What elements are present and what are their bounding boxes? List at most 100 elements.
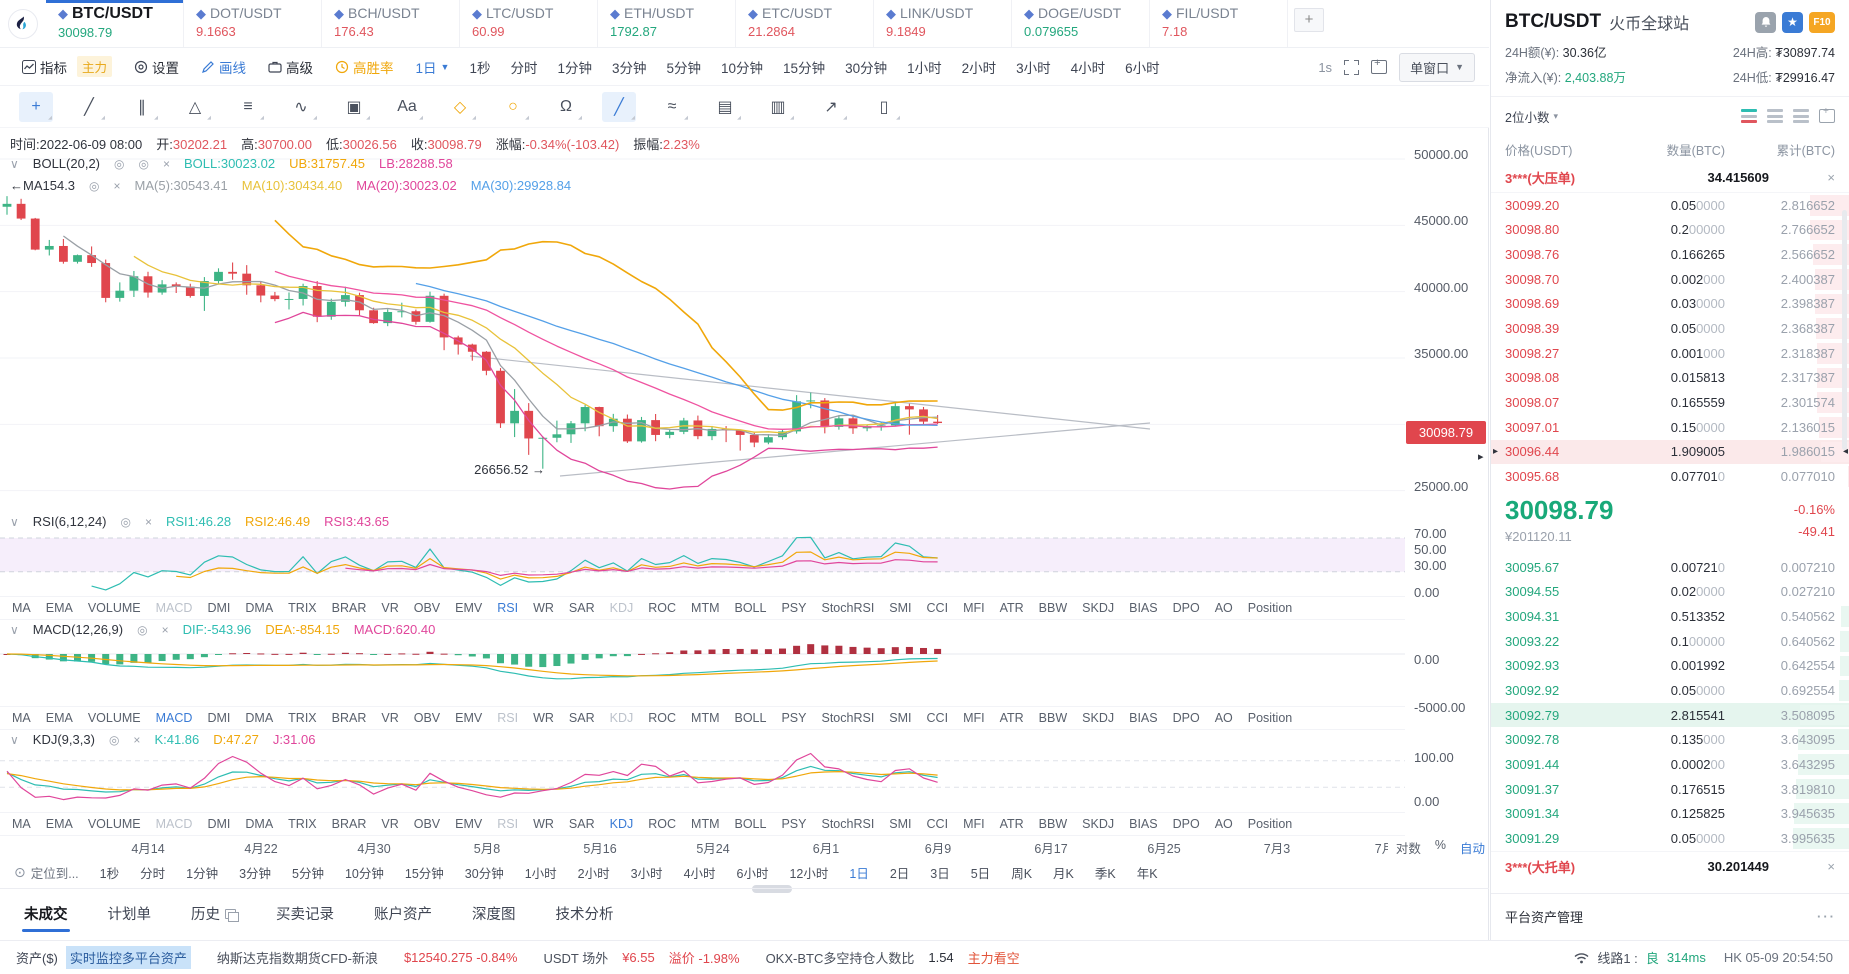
more-menu-icon[interactable]: ···	[1817, 909, 1836, 924]
ask-row[interactable]: 30098.700.0020002.400387	[1491, 267, 1849, 292]
indicator-tab-ema[interactable]: EMA	[46, 817, 73, 831]
indicator-tab-macd[interactable]: MACD	[156, 817, 193, 831]
crosshair-icon[interactable]: +	[19, 92, 53, 122]
indicator-tab-ema[interactable]: EMA	[46, 601, 73, 615]
indicator-tab-vr[interactable]: VR	[381, 601, 398, 615]
window-mode-button[interactable]: 单窗口 ▼	[1399, 53, 1475, 82]
indicator-tab-macd[interactable]: MACD	[156, 601, 193, 615]
indicator-tab-atr[interactable]: ATR	[1000, 711, 1024, 725]
bottom-timeframe-1分钟[interactable]: 1分钟	[186, 863, 218, 882]
pencil-icon[interactable]: ╱	[602, 92, 636, 122]
indicator-tab-boll[interactable]: BOLL	[735, 711, 767, 725]
date-tick[interactable]: 4月14	[131, 838, 164, 857]
book-bids-view-icon[interactable]	[1793, 109, 1809, 123]
toolbar-timeframe-4小时[interactable]: 4小时	[1071, 57, 1106, 77]
indicator-tab-volume[interactable]: VOLUME	[88, 817, 141, 831]
macd-panel[interactable]	[0, 640, 1405, 706]
indicator-tab-wr[interactable]: WR	[533, 711, 554, 725]
indicator-tab-sar[interactable]: SAR	[569, 711, 595, 725]
drawline-button[interactable]: 画线	[201, 57, 246, 77]
ask-row[interactable]: 30098.800.2000002.766652	[1491, 218, 1849, 243]
bottom-timeframe-4小时[interactable]: 4小时	[684, 863, 716, 882]
indicator-tab-smi[interactable]: SMI	[889, 601, 911, 615]
tab-深度图[interactable]: 深度图	[470, 889, 518, 938]
platform-assets-label[interactable]: 平台资产管理	[1505, 907, 1583, 926]
bottom-timeframe-2小时[interactable]: 2小时	[578, 863, 610, 882]
rsi-panel[interactable]	[0, 532, 1405, 596]
toolbar-timeframe-15分钟[interactable]: 15分钟	[783, 57, 825, 77]
indicator-tab-dpo[interactable]: DPO	[1173, 711, 1200, 725]
indicator-tab-mtm[interactable]: MTM	[691, 817, 719, 831]
indicator-tab-ema[interactable]: EMA	[46, 711, 73, 725]
indicator-tab-brar[interactable]: BRAR	[332, 601, 367, 615]
toolbar-timeframe-3分钟[interactable]: 3分钟	[612, 57, 647, 77]
indicator-tab-mfi[interactable]: MFI	[963, 601, 985, 615]
indicator-tab-sar[interactable]: SAR	[569, 817, 595, 831]
toolbar-timeframe-1小时[interactable]: 1小时	[907, 57, 942, 77]
indicator-tab-psy[interactable]: PSY	[781, 601, 806, 615]
main-force-tag[interactable]: 主力	[77, 56, 112, 77]
indicator-tab-ao[interactable]: AO	[1215, 711, 1233, 725]
bid-row[interactable]: 30091.290.0500003.995635	[1491, 826, 1849, 851]
collapse-chevron-icon[interactable]: ∨	[10, 733, 19, 747]
ask-row[interactable]: 30098.270.0010002.318387	[1491, 341, 1849, 366]
collapse-chevron-icon[interactable]: ∨	[10, 515, 19, 529]
indicator-tab-atr[interactable]: ATR	[1000, 601, 1024, 615]
bottom-timeframe-5分钟[interactable]: 5分钟	[292, 863, 324, 882]
arrow-icon[interactable]: △	[178, 92, 212, 122]
indicator-tab-dma[interactable]: DMA	[245, 711, 273, 725]
bottom-timeframe-周K[interactable]: 周K	[1011, 863, 1032, 882]
indicator-tab-volume[interactable]: VOLUME	[88, 711, 141, 725]
symbol-tab-link[interactable]: ◆LINK/USDT9.1849	[874, 0, 1012, 47]
indicator-tab-ma[interactable]: MA	[12, 817, 31, 831]
indicator-button[interactable]: 指标 主力	[22, 56, 112, 77]
macd-settings-icon[interactable]: ◎	[137, 623, 147, 637]
indicator-tab-dma[interactable]: DMA	[245, 601, 273, 615]
indicator-tab-brar[interactable]: BRAR	[332, 817, 367, 831]
big-sell-order-row[interactable]: 3***(大压单) 34.415609 ×	[1491, 163, 1849, 193]
date-tick[interactable]: 6月9	[925, 838, 951, 857]
log-scale-button[interactable]: 对数	[1396, 838, 1421, 857]
clipboard-icon[interactable]: ▤	[708, 92, 742, 122]
bottom-timeframe-分时[interactable]: 分时	[140, 863, 165, 882]
indicator-tab-ma[interactable]: MA	[12, 711, 31, 725]
date-tick[interactable]: 5月8	[474, 838, 500, 857]
indicator-tab-roc[interactable]: ROC	[648, 601, 676, 615]
favorite-star-icon[interactable]: ★	[1782, 12, 1803, 33]
book-split-view-icon[interactable]	[1741, 109, 1757, 123]
rsi-close-icon[interactable]: ×	[145, 515, 152, 529]
indicator-tab-mfi[interactable]: MFI	[963, 817, 985, 831]
indicator-tab-dmi[interactable]: DMI	[207, 711, 230, 725]
parallel-lines-icon[interactable]: ∥	[125, 92, 159, 122]
indicator-tab-mtm[interactable]: MTM	[691, 601, 719, 615]
toolbar-timeframe-3小时[interactable]: 3小时	[1016, 57, 1051, 77]
date-tick[interactable]: 4月30	[357, 838, 390, 857]
bell-icon[interactable]	[1755, 12, 1776, 33]
book-asks-view-icon[interactable]	[1767, 109, 1783, 123]
bottom-timeframe-1小时[interactable]: 1小时	[525, 863, 557, 882]
indicator-tab-bbw[interactable]: BBW	[1039, 817, 1067, 831]
winrate-button[interactable]: 高胜率	[335, 57, 394, 77]
add-window-icon[interactable]	[1371, 60, 1387, 74]
symbol-tab-ltc[interactable]: ◆LTC/USDT60.99	[460, 0, 598, 47]
rsi-settings-icon[interactable]: ◎	[121, 515, 131, 529]
indicator-tab-wr[interactable]: WR	[533, 601, 554, 615]
indicator-tab-stochrsi[interactable]: StochRSI	[821, 711, 874, 725]
indicator-tab-bias[interactable]: BIAS	[1129, 601, 1158, 615]
date-tick[interactable]: 6月25	[1147, 838, 1180, 857]
indicator-tab-cci[interactable]: CCI	[927, 817, 949, 831]
symbol-tab-btc[interactable]: ◆BTC/USDT30098.79	[46, 0, 184, 47]
toolbar-timeframe-1秒[interactable]: 1秒	[469, 57, 490, 77]
bottom-timeframe-月K[interactable]: 月K	[1053, 863, 1074, 882]
close-icon[interactable]: ×	[1795, 859, 1835, 874]
bottom-timeframe-3小时[interactable]: 3小时	[631, 863, 663, 882]
ma-close-icon[interactable]: ×	[114, 179, 121, 193]
bid-row[interactable]: 30093.220.1000000.640562	[1491, 629, 1849, 654]
bid-row[interactable]: 30094.550.0200000.027210	[1491, 580, 1849, 605]
export-icon[interactable]: ↗	[814, 92, 848, 122]
rectangle-icon[interactable]: ▣	[337, 92, 371, 122]
tab-历史[interactable]: 历史	[189, 889, 238, 938]
date-tick[interactable]: 4月22	[244, 838, 277, 857]
indicator-tab-bias[interactable]: BIAS	[1129, 817, 1158, 831]
auto-scale-button[interactable]: 自动	[1460, 838, 1485, 857]
